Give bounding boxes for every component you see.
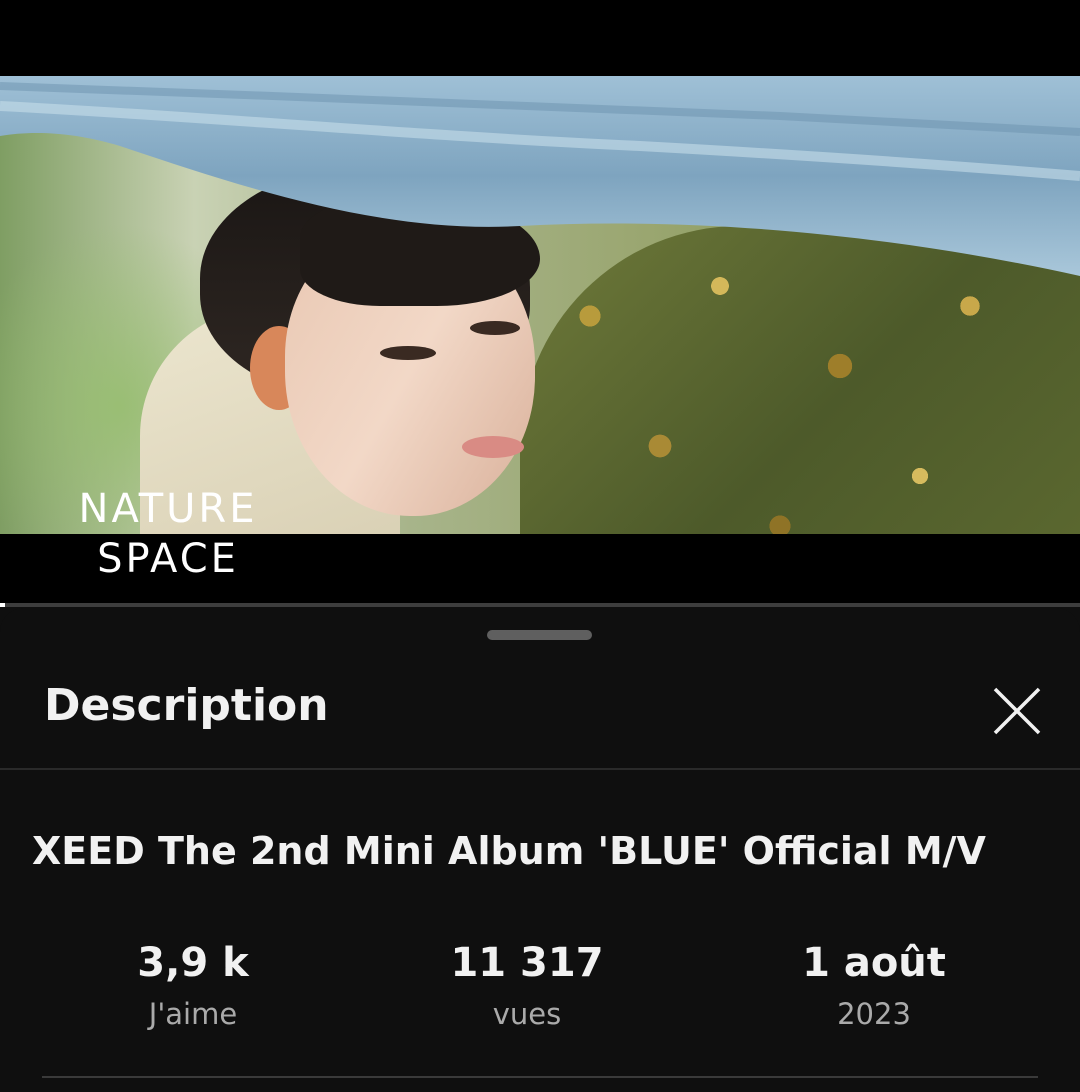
publish-date: 1 août [802,940,946,986]
stats-divider [42,1076,1038,1078]
video-eye-left [380,346,436,360]
video-progress-bar[interactable] [0,603,1080,607]
video-stats: 3,9 k J'aime 11 317 vues 1 août 2023 [0,936,1080,1046]
channel-watermark: NATURE SPACE [48,484,288,584]
close-button[interactable] [978,672,1056,750]
video-progress-fill [0,603,6,607]
close-icon [993,687,1041,735]
publish-year: 2023 [837,997,911,1031]
likes-stat: 3,9 k J'aime [43,936,343,1034]
views-stat: 11 317 vues [377,936,677,1034]
likes-count: 3,9 k [137,940,249,986]
views-label: vues [492,997,562,1031]
video-player[interactable]: NATURE SPACE [0,0,1080,607]
sheet-drag-handle[interactable] [487,630,592,640]
description-sheet: Description XEED The 2nd Mini Album 'BLU… [0,608,1080,1092]
sheet-header: Description [0,658,1080,768]
video-eye-right [470,321,520,335]
video-frame[interactable] [0,76,1080,534]
video-title: XEED The 2nd Mini Album 'BLUE' Official … [32,829,986,873]
video-curtain [0,76,1080,276]
views-count: 11 317 [450,940,604,986]
watermark-line-2: SPACE [97,536,239,582]
header-divider [0,768,1080,770]
likes-label: J'aime [148,997,238,1031]
watermark-line-1: NATURE [78,486,258,532]
date-stat: 1 août 2023 [724,936,1024,1034]
sheet-title: Description [44,680,329,731]
video-lips [462,436,524,458]
